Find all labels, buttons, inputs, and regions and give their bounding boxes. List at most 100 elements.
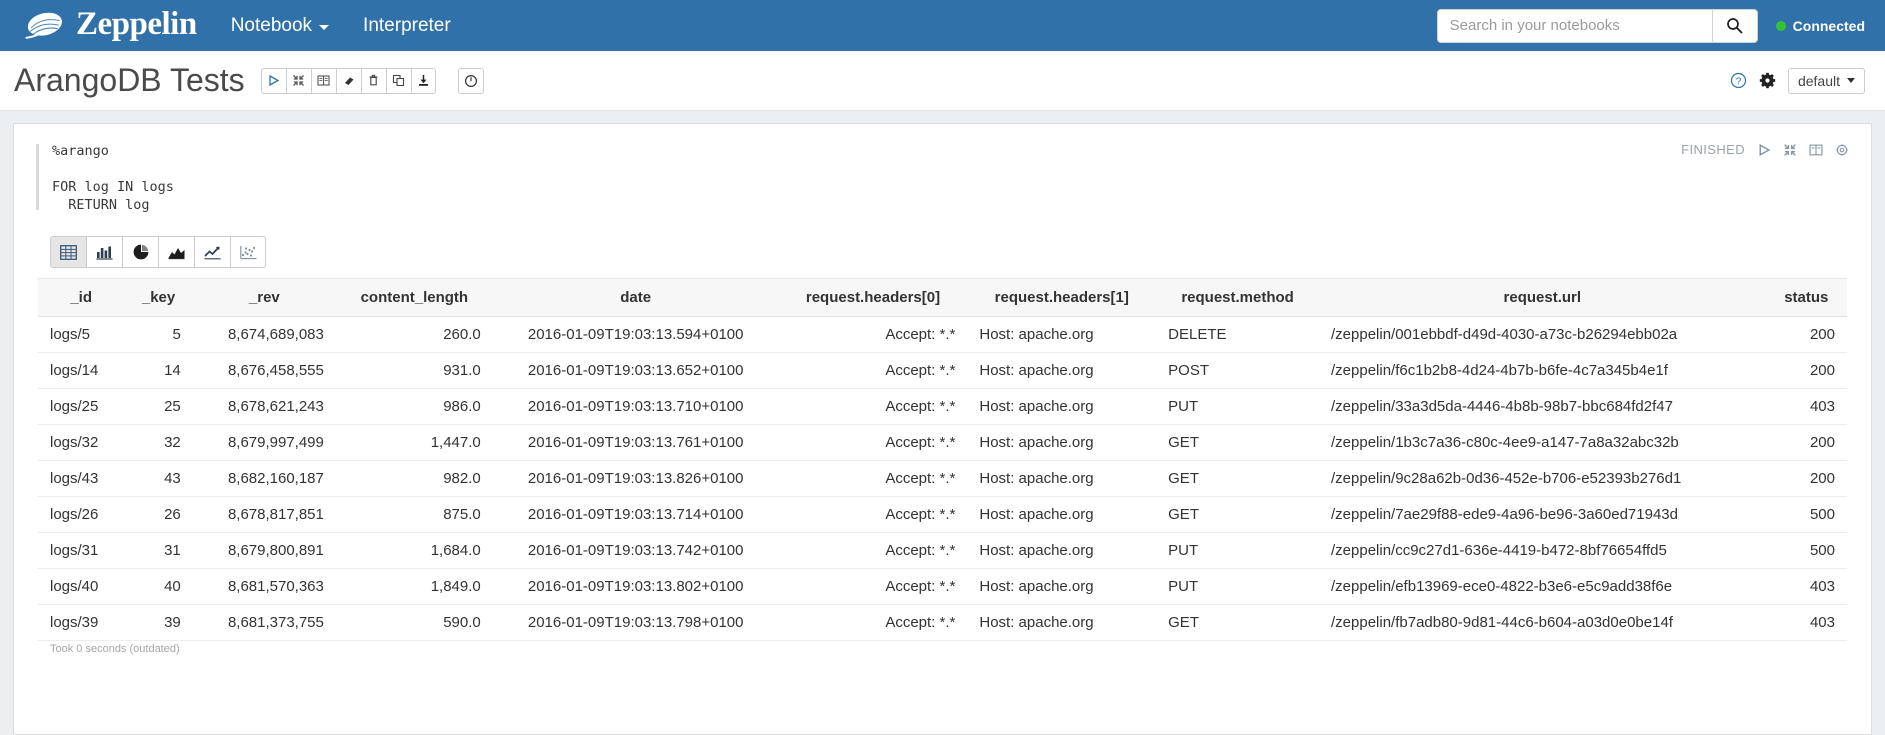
- table-cell: /zeppelin/001ebbdf-d49d-4030-a73c-b26294…: [1319, 316, 1766, 353]
- collapse-paragraph-button[interactable]: [1783, 143, 1797, 157]
- notebook-title[interactable]: ArangoDB Tests: [14, 62, 245, 99]
- table-cell: 8,679,997,499: [192, 424, 336, 461]
- connection-dot-icon: [1775, 20, 1786, 31]
- gear-icon: [1836, 143, 1848, 156]
- table-cell: /zeppelin/7ae29f88-ede9-4a96-be96-3a60ed…: [1319, 496, 1766, 533]
- viz-tab-table[interactable]: [50, 236, 86, 268]
- table-header-cell[interactable]: _rev: [192, 278, 336, 317]
- table-cell: 200: [1765, 316, 1847, 353]
- table-cell: 8,681,373,755: [192, 604, 336, 641]
- table-cell: 25: [124, 388, 193, 425]
- table-cell: Accept: *.*: [778, 352, 968, 389]
- table-header-cell[interactable]: request.headers[1]: [967, 278, 1157, 317]
- pie-chart-icon: [133, 244, 148, 260]
- table-header-cell[interactable]: date: [492, 278, 779, 317]
- table-cell: POST: [1156, 352, 1319, 389]
- notebook-toolbar: [260, 67, 436, 94]
- table-cell: /zeppelin/33a3d5da-4446-4b8b-98b7-bbc684…: [1319, 388, 1766, 425]
- remove-notebook-button[interactable]: [360, 67, 386, 94]
- nav-item-notebook[interactable]: Notebook: [230, 14, 330, 37]
- table-cell: Host: apache.org: [967, 460, 1157, 497]
- viz-tab-scatter-chart[interactable]: [230, 236, 266, 268]
- top-navbar: Zeppelin Notebook Interpreter Connected: [0, 0, 1885, 51]
- paragraph-output-toggle-button[interactable]: [1809, 143, 1823, 157]
- table-cell: Host: apache.org: [967, 496, 1157, 533]
- permissions-select-value: default: [1797, 72, 1840, 89]
- clone-notebook-button[interactable]: [385, 67, 411, 94]
- table-cell: 200: [1765, 352, 1847, 389]
- table-cell: 8,674,689,083: [192, 316, 336, 353]
- table-icon: [60, 244, 77, 260]
- table-cell: logs/39: [38, 604, 125, 641]
- table-cell: 8,681,570,363: [192, 568, 336, 605]
- nav-item-interpreter[interactable]: Interpreter: [363, 15, 451, 37]
- export-notebook-button[interactable]: [410, 67, 436, 94]
- connection-status-label: Connected: [1792, 17, 1865, 34]
- result-table-head: _id _key _rev content_length date request.hea…: [38, 278, 1847, 317]
- table-cell: 8,678,817,851: [192, 496, 336, 533]
- viz-tab-pie-chart[interactable]: [122, 236, 158, 268]
- table-cell: logs/5: [38, 316, 125, 353]
- table-header-cell[interactable]: status: [1765, 278, 1847, 317]
- paragraph-editor[interactable]: %arango FOR log IN logs RETURN log: [36, 142, 1849, 220]
- table-cell: Host: apache.org: [967, 388, 1157, 425]
- nav-item-notebook-label: Notebook: [230, 14, 313, 36]
- run-all-paragraphs-button[interactable]: [260, 67, 286, 94]
- table-cell: Host: apache.org: [967, 316, 1157, 353]
- result-table-body: logs/5 5 8,674,689,083 260.0 2016-01-09T19:0…: [38, 316, 1847, 641]
- notebook-header: ArangoDB Tests ? default: [0, 51, 1885, 111]
- table-cell: 403: [1765, 604, 1847, 641]
- table-cell: Accept: *.*: [778, 388, 968, 425]
- table-header-cell[interactable]: request.url: [1319, 278, 1766, 317]
- run-paragraph-button[interactable]: [1757, 143, 1771, 157]
- table-cell: 40: [124, 568, 193, 605]
- paragraph-settings-button[interactable]: [1835, 143, 1849, 157]
- notebook-header-right: ? default: [1730, 67, 1865, 94]
- notebook-settings-button[interactable]: [1759, 72, 1776, 89]
- table-header-cell[interactable]: content_length: [335, 278, 493, 317]
- paragraph-code[interactable]: %arango FOR log IN logs RETURN log: [52, 142, 1849, 214]
- navbar-right: Connected: [1436, 8, 1865, 43]
- table-header-cell[interactable]: request.headers[0]: [778, 278, 968, 317]
- table-header-cell[interactable]: _key: [124, 278, 193, 317]
- table-cell: logs/32: [38, 424, 125, 461]
- table-row: logs/25 25 8,678,621,243 986.0 2016-01-09T19…: [38, 388, 1847, 425]
- table-cell: 31: [124, 532, 193, 569]
- book-icon: [1809, 144, 1823, 155]
- table-cell: 590.0: [335, 604, 493, 641]
- table-header-cell[interactable]: _id: [38, 278, 125, 317]
- area-chart-icon: [168, 247, 185, 259]
- permissions-select[interactable]: default: [1787, 67, 1865, 94]
- table-cell: GET: [1156, 604, 1319, 641]
- result-table-wrap: _id _key _rev content_length date request.hea…: [36, 278, 1849, 641]
- viz-tab-bar-chart[interactable]: [86, 236, 122, 268]
- clear-all-output-button[interactable]: [335, 67, 361, 94]
- paragraph-took-label: Took 0 seconds (outdated): [50, 643, 180, 655]
- search-input[interactable]: [1436, 8, 1712, 43]
- table-cell: 32: [124, 424, 193, 461]
- table-cell: 1,684.0: [335, 532, 493, 569]
- viz-tab-area-chart[interactable]: [158, 236, 194, 268]
- table-cell: logs/31: [38, 532, 125, 569]
- search-button[interactable]: [1711, 8, 1758, 43]
- table-cell: 2016-01-09T19:03:13.652+0100: [492, 352, 779, 389]
- eraser-icon: [345, 77, 354, 85]
- table-cell: 200: [1765, 460, 1847, 497]
- show-hide-output-button[interactable]: [310, 67, 336, 94]
- table-cell: /zeppelin/efb13969-ece0-4822-b3e6-e5c9ad…: [1319, 568, 1766, 605]
- chevron-down-icon: [1847, 78, 1855, 83]
- help-button[interactable]: ?: [1730, 72, 1747, 89]
- table-row: logs/43 43 8,682,160,187 982.0 2016-01-09T19…: [38, 460, 1847, 497]
- table-header-cell[interactable]: request.method: [1156, 278, 1319, 317]
- trash-icon: [369, 74, 378, 86]
- table-cell: 26: [124, 496, 193, 533]
- paragraph: %arango FOR log IN logs RETURN log FINIS…: [13, 123, 1872, 735]
- table-cell: PUT: [1156, 388, 1319, 425]
- brand[interactable]: Zeppelin: [22, 7, 197, 44]
- table-cell: logs/14: [38, 352, 125, 389]
- collapse-all-button[interactable]: [285, 67, 311, 94]
- table-cell: /zeppelin/fb7adb80-9d81-44c6-b604-a03d0e…: [1319, 604, 1766, 641]
- table-cell: Accept: *.*: [778, 496, 968, 533]
- scheduler-button[interactable]: [457, 67, 484, 94]
- viz-tab-line-chart[interactable]: [194, 236, 230, 268]
